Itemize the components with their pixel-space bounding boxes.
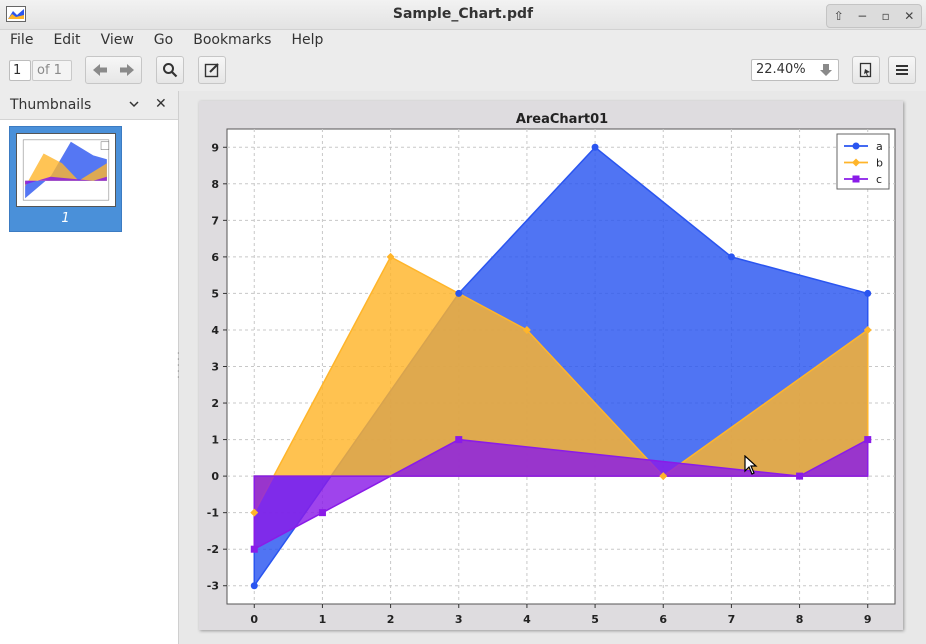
y-tick-label: 9: [211, 141, 219, 154]
x-tick-label: 6: [659, 613, 667, 626]
marker-c: [864, 436, 872, 444]
menu-go[interactable]: Go: [144, 29, 183, 51]
pdf-page: AreaChart01 0 1 2 3 4 5 6 7 8 9 -3 -2 -1 0 1 2 3 4 5 6 7 8 9 a…: [199, 101, 903, 630]
y-tick-label: -1: [207, 507, 219, 520]
y-tick-label: 3: [211, 361, 219, 374]
y-tick-label: 4: [211, 324, 219, 337]
menu-bar: File Edit View Go Bookmarks Help: [0, 29, 926, 51]
sidebar: Thumbnails ✕ 1: [0, 91, 179, 644]
marker-c: [796, 472, 804, 480]
y-tick-label: 1: [211, 434, 219, 447]
hamburger-icon: [896, 65, 908, 75]
arrow-down-icon: [820, 64, 832, 76]
menu-help[interactable]: Help: [281, 29, 333, 51]
marker-a: [455, 289, 463, 297]
search-button[interactable]: [156, 56, 184, 84]
mouse-cursor-icon: [744, 455, 758, 475]
page-thumbnail[interactable]: 1: [9, 126, 122, 232]
window-controls: ⇧ − ▫ ✕: [826, 4, 922, 28]
arrow-right-icon: [120, 64, 135, 76]
sidebar-title: Thumbnails: [10, 97, 92, 113]
marker-a: [591, 143, 599, 151]
legend-label-c: c: [876, 173, 882, 186]
x-tick-label: 1: [319, 613, 327, 626]
y-tick-label: 7: [211, 214, 219, 227]
document-icon: [859, 62, 872, 78]
window-minimize-icon[interactable]: −: [851, 5, 875, 27]
menu-bookmarks[interactable]: Bookmarks: [183, 29, 281, 51]
legend-label-b: b: [876, 157, 883, 170]
x-tick-label: 3: [455, 613, 463, 626]
x-tick-label: 4: [523, 613, 531, 626]
presentation-button[interactable]: [852, 56, 880, 84]
toolbar: 1 of 1 22.40%: [0, 51, 926, 91]
menu-file[interactable]: File: [0, 29, 43, 51]
zoom-value: 22.40%: [756, 62, 806, 77]
annotate-button[interactable]: [198, 56, 226, 84]
thumbnail-label: 1: [61, 211, 70, 226]
window-close-icon[interactable]: ✕: [898, 5, 922, 27]
edit-icon: [204, 63, 219, 78]
window-title: Sample_Chart.pdf: [392, 6, 534, 22]
legend-label-a: a: [876, 140, 883, 153]
y-tick-label: 0: [211, 470, 219, 483]
marker-c: [455, 436, 463, 444]
close-sidebar-icon[interactable]: ✕: [155, 96, 167, 112]
area-chart: AreaChart01 0 1 2 3 4 5 6 7 8 9 -3 -2 -1 0 1 2 3 4 5 6 7 8 9 a…: [207, 112, 896, 626]
menu-edit[interactable]: Edit: [43, 29, 90, 51]
x-tick-label: 2: [387, 613, 395, 626]
menu-view[interactable]: View: [91, 29, 144, 51]
title-bar: Sample_Chart.pdf ⇧ − ▫ ✕: [0, 0, 926, 30]
page-navigation: [85, 56, 142, 84]
page-number-input[interactable]: 1: [9, 60, 31, 81]
main-menu-button[interactable]: [888, 56, 916, 84]
y-tick-label: 5: [211, 287, 219, 300]
marker-a: [727, 253, 735, 261]
window-maximize-icon[interactable]: ▫: [874, 5, 898, 27]
x-tick-label: 9: [864, 613, 872, 626]
next-page-button[interactable]: [114, 57, 142, 83]
thumbnail-image: [16, 133, 116, 207]
legend-marker-c: [852, 175, 860, 183]
x-tick-label: 7: [728, 613, 736, 626]
y-tick-label: -3: [207, 580, 219, 593]
x-tick-label: 5: [591, 613, 599, 626]
page-total: of 1: [32, 60, 72, 81]
sidebar-header: Thumbnails ✕: [0, 91, 178, 120]
x-tick-label: 0: [250, 613, 258, 626]
marker-a: [864, 289, 872, 297]
zoom-select[interactable]: 22.40%: [751, 59, 839, 81]
marker-a: [250, 582, 258, 590]
y-tick-label: 8: [211, 178, 219, 191]
marker-c: [250, 545, 258, 553]
x-tick-label: 8: [796, 613, 804, 626]
search-icon: [163, 63, 178, 78]
legend-marker-a: [852, 142, 860, 150]
previous-page-button[interactable]: [86, 57, 114, 83]
window-up-icon[interactable]: ⇧: [827, 5, 851, 27]
chart-legend: abc: [836, 133, 890, 190]
arrow-left-icon: [92, 64, 107, 76]
chart-title: AreaChart01: [516, 112, 608, 127]
marker-c: [318, 509, 326, 517]
chevron-down-icon[interactable]: [128, 98, 140, 110]
y-tick-label: 2: [211, 397, 219, 410]
y-tick-label: -2: [207, 543, 219, 556]
y-tick-label: 6: [211, 251, 219, 264]
